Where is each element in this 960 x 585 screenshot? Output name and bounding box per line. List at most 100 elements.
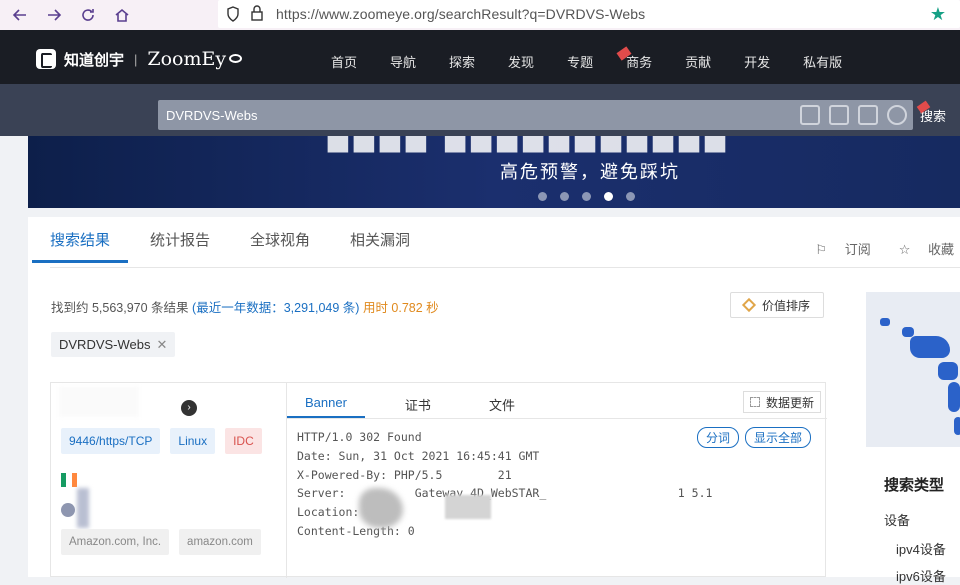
banner-cropped-heading: ▆▆▆▆ ▆▆▆▆▆▆▆▆▆▆▆ — [328, 136, 732, 152]
image-search-icon[interactable] — [829, 105, 849, 125]
menu-item-explore[interactable]: 探索 — [449, 52, 475, 71]
side-panel: 搜索类型 设备 ipv4设备 ipv6设备 — [866, 292, 960, 584]
tab-divider — [50, 267, 960, 268]
map-region — [910, 336, 950, 358]
logo-mark-icon — [36, 49, 56, 69]
country-flag-icon — [61, 473, 77, 487]
address-bar[interactable]: https://www.zoomeye.org/searchResult?q=D… — [218, 0, 960, 28]
map-region — [880, 318, 890, 326]
carousel-dots — [538, 192, 648, 201]
map-region — [948, 382, 960, 412]
search-side-link[interactable]: 搜索 — [916, 100, 946, 125]
sort-by-value-button[interactable]: 价值排序 — [730, 292, 824, 318]
menu-item-contribute[interactable]: 贡献 — [685, 52, 711, 71]
search-icon[interactable] — [887, 105, 907, 125]
map-region — [954, 417, 960, 435]
clock-icon — [61, 503, 75, 517]
domain-tag[interactable]: amazon.com — [179, 529, 261, 555]
redaction-smudge — [359, 488, 403, 528]
map-region — [902, 327, 914, 337]
update-data-button[interactable]: 数据更新 — [742, 391, 821, 413]
search-tools — [791, 105, 907, 125]
browser-toolbar: https://www.zoomeye.org/searchResult?q=D… — [0, 0, 960, 30]
diamond-icon — [741, 297, 757, 313]
chevron-right-icon[interactable]: › — [181, 400, 197, 416]
result-detail: Banner 证书 文件 数据更新 HTTP/1.0 302 Found Date… — [287, 383, 827, 578]
carousel-dot[interactable] — [538, 192, 547, 201]
banner-line: Content-Length: 0 — [297, 523, 415, 538]
logo-cn-text: 知道创宇 — [64, 51, 125, 69]
port-tags: 9446/https/TCP Linux IDC — [61, 428, 272, 454]
result-count: 找到约 5,563,970 条结果 — [51, 301, 189, 315]
filter-chip[interactable]: DVRDVS-Webs ✕ — [51, 332, 176, 357]
result-actions: ⚐ 订阅 ☆ 收藏 — [787, 239, 954, 258]
wrap-button[interactable]: 分词 — [697, 427, 740, 448]
search-query-text: DVRDVS-Webs — [166, 107, 258, 123]
banner-line: HTTP/1.0 302 Found — [297, 430, 422, 444]
main-menu: 首页 导航 探索 发现 专题 商务 贡献 开发 私有版 — [331, 46, 875, 71]
shield-icon — [227, 6, 239, 22]
filter-chip-label: DVRDVS-Webs — [59, 337, 151, 352]
banner-actions: 分词 显示全部 — [697, 427, 817, 448]
redacted-location — [77, 488, 89, 528]
logo-separator: | — [134, 51, 138, 67]
search-type-heading: 搜索类型 — [884, 477, 945, 494]
carousel-dot[interactable] — [626, 192, 635, 201]
tab-global-view[interactable]: 全球视角 — [250, 229, 310, 263]
result-tabs: 搜索结果 统计报告 全球视角 相关漏洞 — [32, 229, 450, 263]
menu-item-home[interactable]: 首页 — [331, 52, 357, 71]
icon-hash-search-icon[interactable] — [858, 105, 878, 125]
collect-button[interactable]: ☆ 收藏 — [885, 239, 954, 258]
result-host-info: › 9446/https/TCP Linux IDC Amazon.com, I… — [51, 383, 287, 578]
org-tag[interactable]: Amazon.com, Inc. — [61, 529, 170, 555]
carousel-dot-active[interactable] — [604, 192, 613, 201]
tab-related-vulns[interactable]: 相关漏洞 — [350, 229, 410, 263]
menu-item-develop[interactable]: 开发 — [744, 52, 770, 71]
carousel-dot[interactable] — [560, 192, 569, 201]
tab-files[interactable]: 文件 — [471, 383, 533, 418]
url-text: https://www.zoomeye.org/searchResult?q=D… — [276, 6, 646, 22]
port-tag[interactable]: 9446/https/TCP — [61, 428, 161, 454]
tab-banner[interactable]: Banner — [287, 383, 365, 418]
search-input[interactable]: DVRDVS-Webs — [158, 100, 913, 130]
banner-line: X-Powered-By: PHP/5.5 21 — [297, 467, 512, 482]
type-tag[interactable]: IDC — [225, 428, 262, 454]
carousel-dot[interactable] — [582, 192, 591, 201]
map-region — [938, 362, 958, 380]
org-tags: Amazon.com, Inc. amazon.com — [61, 529, 271, 555]
menu-item-business[interactable]: 商务 — [616, 46, 652, 71]
banner-line: Date: Sun, 31 Oct 2021 16:45:41 GMT — [297, 448, 540, 463]
subscribe-button[interactable]: ⚐ 订阅 — [801, 239, 870, 258]
forward-icon[interactable] — [40, 2, 68, 28]
reload-icon[interactable] — [74, 2, 102, 28]
back-icon[interactable] — [6, 2, 34, 28]
eye-icon — [229, 53, 243, 63]
menu-item-private[interactable]: 私有版 — [803, 52, 842, 71]
search-band: DVRDVS-Webs 搜索 — [0, 84, 960, 136]
promo-banner[interactable]: ▆▆▆▆ ▆▆▆▆▆▆▆▆▆▆▆ 高危预警，避免踩坑 — [28, 136, 960, 208]
logo[interactable]: 知道创宇 | ZoomEy — [36, 48, 243, 70]
facet-ipv6-device[interactable]: ipv6设备 — [896, 566, 946, 585]
menu-item-nav[interactable]: 导航 — [390, 52, 416, 71]
tab-certificate[interactable]: 证书 — [387, 383, 449, 418]
recent-count[interactable]: (最近一年数据：3,291,049 条) — [192, 301, 359, 315]
banner-content: HTTP/1.0 302 Found Date: Sun, 31 Oct 2021… — [297, 428, 712, 541]
menu-item-discover[interactable]: 发现 — [508, 52, 534, 71]
show-all-button[interactable]: 显示全部 — [745, 427, 812, 448]
logo-en-text: ZoomEy — [147, 48, 227, 70]
tab-search-results[interactable]: 搜索结果 — [32, 229, 129, 263]
banner-subtitle: 高危预警，避免踩坑 — [500, 162, 680, 182]
result-card: › 9446/https/TCP Linux IDC Amazon.com, I… — [50, 382, 827, 578]
os-tag[interactable]: Linux — [170, 428, 216, 454]
ip-search-icon[interactable] — [800, 105, 820, 125]
home-icon[interactable] — [108, 2, 136, 28]
bookmark-star-icon[interactable]: ★ — [930, 4, 946, 25]
tab-statistics[interactable]: 统计报告 — [150, 229, 210, 263]
world-map[interactable] — [866, 292, 960, 447]
facet-device[interactable]: 设备 — [884, 510, 910, 529]
facet-ipv4-device[interactable]: ipv4设备 — [896, 539, 946, 558]
close-icon[interactable]: ✕ — [157, 337, 168, 353]
menu-item-topics[interactable]: 专题 — [567, 52, 593, 71]
redacted-ip — [59, 387, 139, 417]
bookmark-icon: ⚐ — [815, 242, 828, 257]
